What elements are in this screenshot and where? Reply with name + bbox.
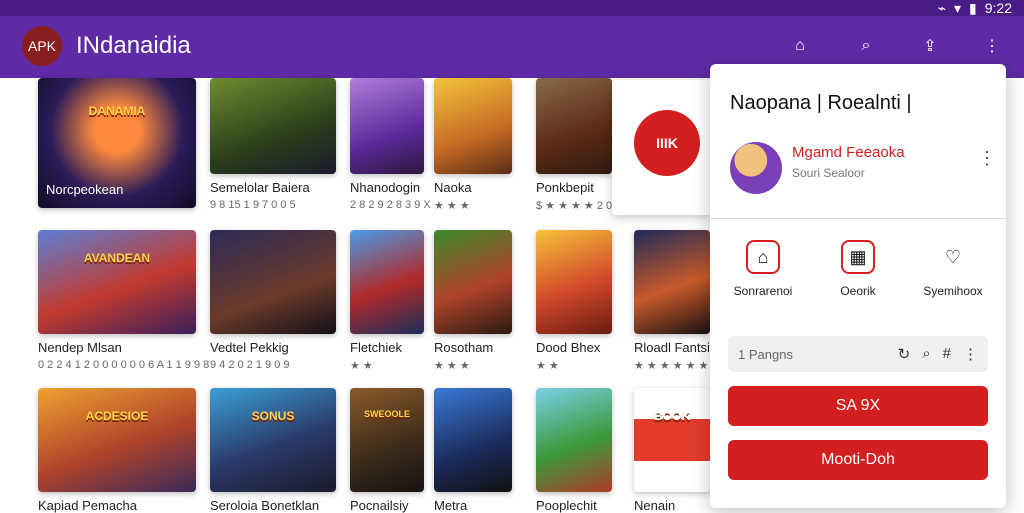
game-title: Nenain xyxy=(634,498,676,513)
panel-title: Naopana | Roealnti | xyxy=(730,92,912,114)
game-title: Norcpeokean xyxy=(46,182,124,197)
game-card[interactable]: Rosotham ★ ★ ★ xyxy=(434,230,512,372)
game-subtitle: $ ★ ★ ★ ★ 2 0 0 1 xyxy=(536,200,631,212)
thumb-logo: SWEOOLE xyxy=(363,408,410,419)
game-card[interactable]: Naoka ★ ★ ★ xyxy=(434,78,512,212)
game-title: Semelolar Baiera xyxy=(210,180,310,195)
action-sonrarenoi[interactable]: ⌂ Sonrarenoi xyxy=(718,240,808,298)
search-icon[interactable]: ⌕ xyxy=(852,32,880,60)
game-card[interactable]: BOOK Nenain xyxy=(634,388,710,513)
game-subtitle: 9 4 2 0 2 1 9 0 9 xyxy=(210,359,290,371)
game-card[interactable]: Rloadl Fantsi ★ ★ ★ ★ ★ ★ xyxy=(634,230,710,372)
game-title: Rloadl Fantsi xyxy=(634,340,710,355)
heart-icon: ♡ xyxy=(944,246,962,267)
clock: 9:22 xyxy=(984,0,1012,16)
game-title: Naoka xyxy=(434,180,472,195)
ad-badge: IIIK xyxy=(634,110,700,176)
thumb-logo: AVANDEAN xyxy=(83,250,151,265)
app-title: INdanaidia xyxy=(76,32,191,59)
search-icon[interactable]: ⌕ xyxy=(922,345,930,363)
thumb-logo: DANAMIA xyxy=(88,104,146,118)
game-card[interactable]: Ponkbepit $ ★ ★ ★ ★ 2 0 0 1 xyxy=(536,78,631,212)
game-card[interactable]: SWEOOLE Pocnailsiy xyxy=(350,388,424,513)
status-bar: ⌁ ▾ ▮ 9:22 xyxy=(0,0,1024,16)
game-title: Pocnailsiy xyxy=(350,498,409,513)
battery-icon: ▮ xyxy=(969,0,977,16)
game-subtitle: 0 2 2 4 1 2 0 0 0 0 0 0 6 A 1 1 9 9 8 xyxy=(38,359,210,371)
game-card[interactable]: DANAMIA Norcpeokean xyxy=(38,78,196,208)
game-card[interactable]: AVANDEAN Nendep Mlsan 0 2 2 4 1 2 0 0 0 … xyxy=(38,230,210,371)
game-subtitle: ★ ★ xyxy=(350,360,373,372)
share-icon[interactable]: ⇪ xyxy=(916,32,944,60)
grid-icon: ▦ xyxy=(841,240,875,274)
game-card[interactable]: Vedtel Pekkig 9 4 2 0 2 1 9 0 9 xyxy=(210,230,336,371)
ad-card[interactable]: IIIK xyxy=(612,80,712,215)
divider xyxy=(710,218,1006,219)
game-title: Dood Bhex xyxy=(536,340,601,355)
primary-button[interactable]: SA 9X xyxy=(728,386,988,426)
action-oeorik[interactable]: ▦ Oeorik xyxy=(813,240,903,298)
profile-subtitle: Souri Sealoor xyxy=(792,166,865,180)
app-logo[interactable]: APK xyxy=(22,26,62,66)
game-title: Metra xyxy=(434,498,468,513)
game-card[interactable]: Dood Bhex ★ ★ xyxy=(536,230,612,372)
game-subtitle: 9 8 15 1 9 7 0 0 5 xyxy=(210,199,296,211)
thumb-logo: BOOK xyxy=(654,408,690,423)
avatar[interactable] xyxy=(730,142,782,194)
game-card[interactable]: ACDESIOE Kapiad Pemacha xyxy=(38,388,196,513)
home-icon[interactable]: ⌂ xyxy=(786,32,814,60)
action-syemihoox[interactable]: ♡ Syemihoox xyxy=(908,240,998,299)
thumb-logo: SONUS xyxy=(251,408,295,423)
game-title: Fletchiek xyxy=(350,340,403,355)
secondary-button[interactable]: Mooti-Doh xyxy=(728,440,988,480)
game-title: Kapiad Pemacha xyxy=(38,498,138,513)
game-title: Seroloia Bonetklan xyxy=(210,498,320,513)
bag-icon: ⌂ xyxy=(746,240,780,274)
game-card[interactable]: Metra xyxy=(434,388,512,513)
game-subtitle: ★ ★ xyxy=(536,360,559,372)
refresh-icon[interactable]: ↻ xyxy=(898,345,911,363)
game-card[interactable]: SONUS Seroloia Bonetklan xyxy=(210,388,336,513)
game-card[interactable]: Fletchiek ★ ★ xyxy=(350,230,424,372)
profile-name: Mgamd Feeaoka xyxy=(792,144,905,161)
hash-icon[interactable]: # xyxy=(943,345,951,363)
game-card[interactable]: Nhanodogin 2 8 2 9 2 8 3 9 X xyxy=(350,78,431,211)
game-title: Nendep Mlsan xyxy=(38,340,122,355)
signal-icon: ▾ xyxy=(954,0,962,16)
game-title: Vedtel Pekkig xyxy=(210,340,289,355)
game-subtitle: ★ ★ ★ ★ ★ ★ xyxy=(634,360,709,372)
search-input[interactable]: 1 Pangns ↻ ⌕ # ⋮ xyxy=(728,336,988,372)
popup-panel: Naopana | Roealnti | Mgamd Feeaoka Souri… xyxy=(710,64,1006,508)
search-placeholder: 1 Pangns xyxy=(738,346,793,362)
game-title: Pooplechit xyxy=(536,498,597,513)
game-title: Rosotham xyxy=(434,340,494,355)
game-card[interactable]: Semelolar Baiera 9 8 15 1 9 7 0 0 5 xyxy=(210,78,336,211)
more-vert-icon[interactable]: ⋮ xyxy=(978,148,996,172)
game-subtitle: 2 8 2 9 2 8 3 9 X xyxy=(350,199,431,211)
more-vert-icon[interactable]: ⋮ xyxy=(963,345,978,363)
game-title: Nhanodogin xyxy=(350,180,421,195)
game-card[interactable]: Pooplechit xyxy=(536,388,612,513)
wifi-icon: ⌁ xyxy=(937,0,946,16)
game-subtitle: ★ ★ ★ xyxy=(434,360,470,372)
more-vert-icon[interactable]: ⋮ xyxy=(978,32,1006,60)
game-subtitle: ★ ★ ★ xyxy=(434,200,470,212)
thumb-logo: ACDESIOE xyxy=(85,408,149,423)
game-title: Ponkbepit xyxy=(536,180,594,195)
